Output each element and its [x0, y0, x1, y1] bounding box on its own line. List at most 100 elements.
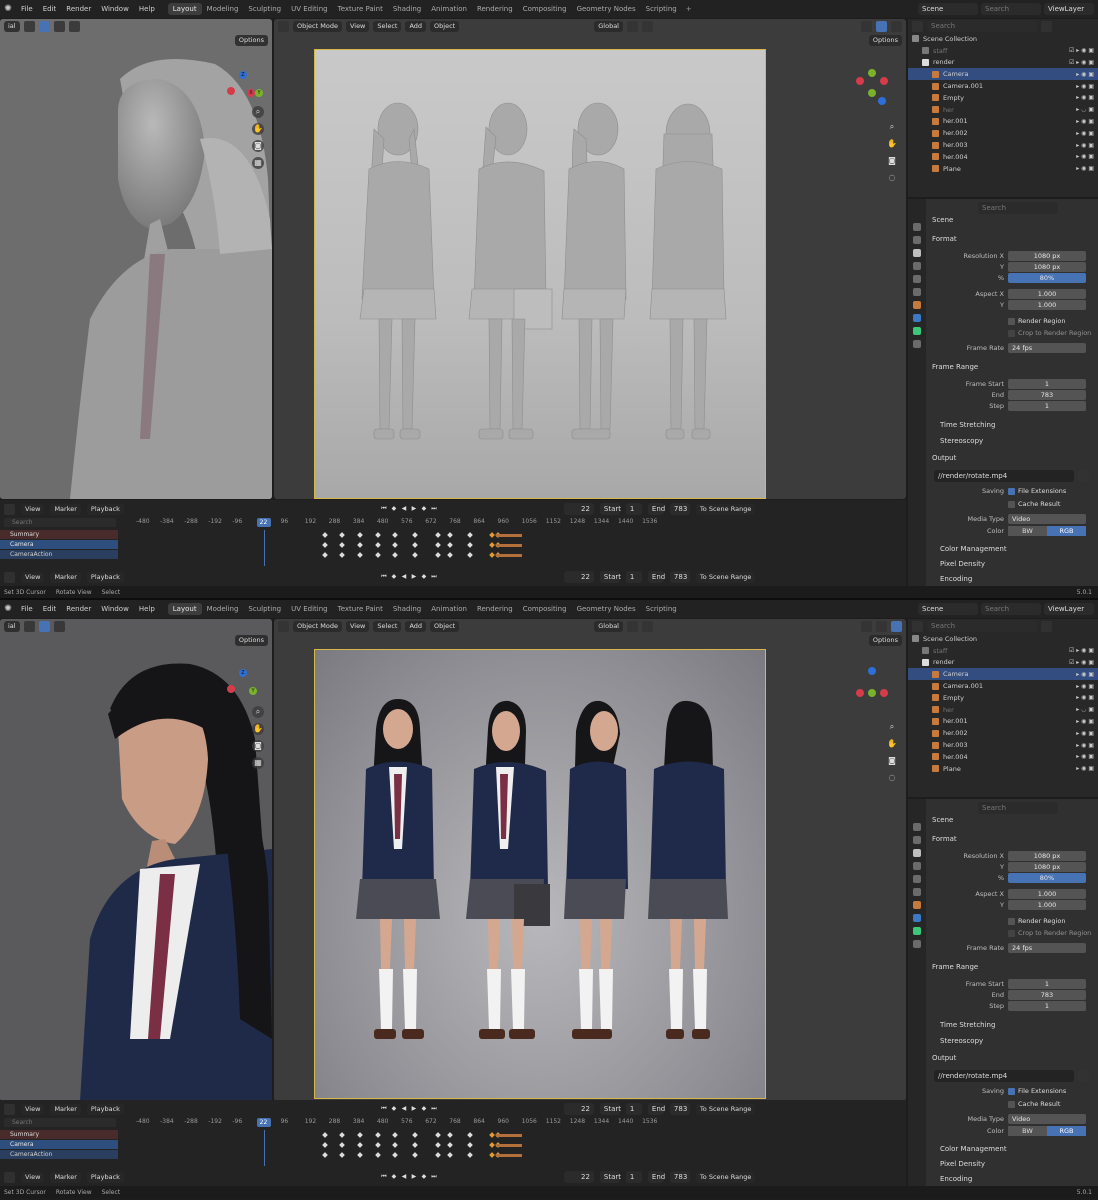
zoom-icon-main[interactable]: ⌕: [886, 121, 898, 133]
resolution-percent-slider[interactable]: 80%: [1008, 273, 1086, 283]
channel-camera-action[interactable]: CameraAction: [0, 1150, 118, 1159]
keyframe[interactable]: [322, 542, 328, 548]
view-layer-tab-icon[interactable]: [913, 262, 921, 270]
play-reverse-icon[interactable]: ◀: [400, 1105, 408, 1113]
menu-select[interactable]: Select: [373, 20, 402, 32]
scene-field[interactable]: Scene: [918, 603, 978, 615]
keyframe[interactable]: [467, 532, 473, 538]
tl-menu-marker[interactable]: Marker: [50, 1103, 81, 1115]
row-toggles[interactable]: ▸ ◉ ▣: [1076, 730, 1094, 737]
render-tab-icon[interactable]: [913, 236, 921, 244]
row-toggles[interactable]: ▸ ◉ ▣: [1076, 683, 1094, 690]
mode-dropdown-short[interactable]: ial: [4, 620, 20, 632]
select-subtract-icon[interactable]: [68, 20, 80, 32]
row-toggles[interactable]: ▸ ◉ ▣: [1076, 142, 1094, 149]
filter-icon[interactable]: [1041, 620, 1052, 632]
crop-checkbox[interactable]: [1008, 329, 1015, 337]
keyframe[interactable]: [392, 542, 398, 548]
frame-rate-dropdown[interactable]: 24 fps: [1008, 343, 1086, 353]
keyframe[interactable]: [467, 1132, 473, 1138]
to-scene-range-button-2[interactable]: To Scene Range: [695, 1171, 756, 1183]
keyframe[interactable]: [435, 1132, 441, 1138]
object-mode-dropdown[interactable]: Object Mode: [293, 620, 342, 632]
tab-rendering[interactable]: Rendering: [472, 3, 518, 15]
media-type-dropdown[interactable]: Video: [1008, 514, 1086, 524]
outliner-row-plane[interactable]: Plane ▸ ◉ ▣: [908, 763, 1098, 775]
play-icon[interactable]: ▶: [410, 505, 418, 513]
keyframe[interactable]: [322, 552, 328, 558]
section-stereoscopy[interactable]: Stereoscopy: [940, 437, 983, 445]
nav-gizmo[interactable]: Z X Y: [225, 69, 265, 109]
gizmo-x-neg[interactable]: [227, 87, 235, 95]
nav-gizmo-main[interactable]: [854, 667, 894, 707]
keyframe[interactable]: [412, 552, 418, 558]
gizmo-z-main[interactable]: [868, 667, 876, 675]
gizmo-x[interactable]: X: [247, 89, 255, 97]
pan-hand-icon[interactable]: ✋: [252, 723, 264, 735]
properties-search[interactable]: Search: [978, 802, 1058, 814]
keyframe[interactable]: [435, 1142, 441, 1148]
menu-object[interactable]: Object: [430, 620, 460, 632]
keyframe[interactable]: [375, 532, 381, 538]
jump-end-icon[interactable]: ⏭: [430, 505, 438, 513]
menu-render[interactable]: Render: [61, 0, 96, 18]
keyframe[interactable]: [467, 1142, 473, 1148]
row-toggles[interactable]: ☑ ▸ ◉ ▣: [1069, 647, 1094, 654]
gizmo-x-main[interactable]: [880, 689, 888, 697]
gizmo-x-neg-main[interactable]: [856, 77, 864, 85]
filter-icon[interactable]: [1041, 20, 1052, 32]
outliner-row-her-003[interactable]: her.003 ▸ ◉ ▣: [908, 139, 1098, 151]
row-toggles[interactable]: ▸ ◉ ▣: [1076, 130, 1094, 137]
row-toggles[interactable]: ☑ ▸ ◉ ▣: [1069, 659, 1094, 666]
keyframe[interactable]: [447, 1152, 453, 1158]
tab-animation[interactable]: Animation: [426, 603, 472, 615]
keyframe[interactable]: [489, 542, 495, 548]
keyframe[interactable]: [339, 542, 345, 548]
transform-orientation-dropdown[interactable]: Global: [594, 620, 623, 632]
keyframes-area[interactable]: [118, 1130, 906, 1170]
constraints-tab-icon[interactable]: [913, 327, 921, 335]
tl-menu-playback[interactable]: Playback: [86, 1103, 124, 1115]
tab-rendering[interactable]: Rendering: [472, 603, 518, 615]
row-toggles[interactable]: ▸ ◉ ▣: [1076, 165, 1094, 172]
keyframe[interactable]: [467, 552, 473, 558]
end-field-2[interactable]: 783: [669, 571, 690, 583]
section-frame-range[interactable]: Frame Range: [932, 363, 978, 371]
select-mode-icon[interactable]: [38, 20, 50, 32]
current-frame-field-2[interactable]: 22: [563, 571, 594, 583]
keyframe[interactable]: [357, 1132, 363, 1138]
tl-menu-playback-2[interactable]: Playback: [86, 1171, 124, 1183]
scene-field[interactable]: Scene: [918, 3, 978, 15]
current-frame-field[interactable]: 22: [563, 1103, 594, 1115]
tab-shading[interactable]: Shading: [388, 603, 426, 615]
frame-step-field[interactable]: 1: [1008, 401, 1086, 411]
channel-search[interactable]: Search: [4, 1118, 116, 1127]
keyframe[interactable]: [489, 1132, 495, 1138]
keyframe[interactable]: [339, 1152, 345, 1158]
options-button[interactable]: Options: [234, 635, 268, 646]
row-toggles[interactable]: ▸ ◉ ▣: [1076, 765, 1094, 772]
row-toggles[interactable]: ▸ ◉ ▣: [1076, 753, 1094, 760]
keyframe[interactable]: [412, 542, 418, 548]
frame-end-field[interactable]: 783: [1008, 990, 1086, 1000]
render-region-checkbox[interactable]: [1008, 317, 1015, 325]
options-button-main[interactable]: Options: [868, 35, 902, 46]
timeline-ruler[interactable]: -480 -384 -288 -192 -96 22 96 192 288 384 480 576 67…: [118, 1118, 906, 1128]
object-mode-dropdown[interactable]: Object Mode: [293, 20, 342, 32]
lock-camera-icon-main[interactable]: ◌: [886, 772, 898, 784]
options-button[interactable]: Options: [234, 35, 268, 46]
row-toggles[interactable]: ☑ ▸ ◉ ▣: [1069, 47, 1094, 54]
section-encoding[interactable]: Encoding: [940, 1175, 972, 1183]
row-toggles[interactable]: ▸ ◡ ▣: [1076, 706, 1094, 713]
camera-view-icon[interactable]: ◙: [252, 140, 264, 152]
proportional-edit-icon[interactable]: [642, 620, 653, 632]
tab-modeling[interactable]: Modeling: [202, 3, 244, 15]
tl-menu-marker-2[interactable]: Marker: [50, 1171, 81, 1183]
outliner-search[interactable]: Search: [927, 620, 1037, 632]
render-tab-icon[interactable]: [913, 836, 921, 844]
tab-sculpting[interactable]: Sculpting: [243, 603, 286, 615]
gizmo-y[interactable]: Y: [249, 687, 257, 695]
jump-end-icon[interactable]: ⏭: [430, 1173, 438, 1181]
data-tab-icon[interactable]: [913, 340, 921, 348]
prev-key-icon[interactable]: ◆: [390, 1105, 398, 1113]
